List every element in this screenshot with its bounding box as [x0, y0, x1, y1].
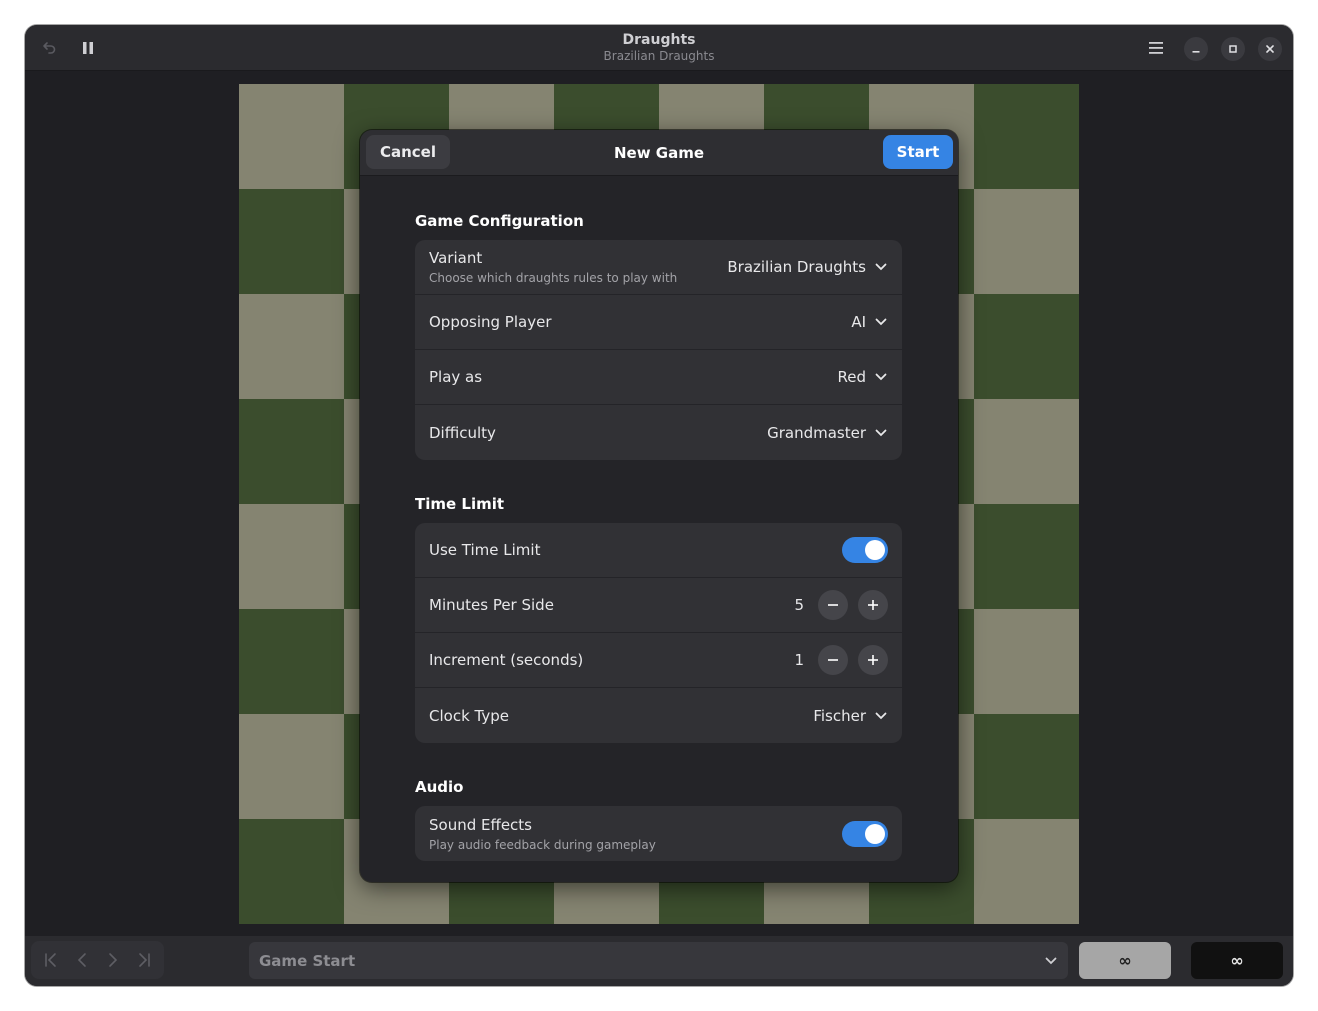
- next-move-icon[interactable]: [99, 946, 127, 974]
- minutes-per-side-row: Minutes Per Side 5: [415, 578, 902, 633]
- toggle-knob: [865, 823, 885, 844]
- increment-label: Increment (seconds): [429, 651, 584, 669]
- board-square[interactable]: [974, 609, 1079, 714]
- difficulty-row[interactable]: Difficulty Grandmaster: [415, 405, 902, 460]
- clock-type-row[interactable]: Clock Type Fischer: [415, 688, 902, 743]
- last-move-icon[interactable]: [130, 946, 158, 974]
- board-square[interactable]: [239, 819, 344, 924]
- undo-icon[interactable]: [37, 36, 61, 60]
- board-square[interactable]: [239, 504, 344, 609]
- app-window: Draughts Brazilian Draughts Game Start ∞…: [25, 25, 1293, 986]
- section-title-time-limit: Time Limit: [415, 495, 505, 513]
- chevron-down-icon: [874, 370, 888, 384]
- board-square[interactable]: [974, 189, 1079, 294]
- group-game-configuration: Variant Choose which draughts rules to p…: [415, 240, 902, 460]
- opposing-player-row[interactable]: Opposing Player AI: [415, 295, 902, 350]
- close-icon[interactable]: [1258, 37, 1282, 61]
- minutes-per-side-label: Minutes Per Side: [429, 596, 554, 614]
- toggle-knob: [865, 540, 885, 560]
- minutes-increment-button[interactable]: [858, 590, 888, 620]
- difficulty-label: Difficulty: [429, 423, 496, 442]
- board-square[interactable]: [239, 189, 344, 294]
- increment-decrement-button[interactable]: [818, 645, 848, 675]
- section-title-game-configuration: Game Configuration: [415, 212, 584, 230]
- increment-row: Increment (seconds) 1: [415, 633, 902, 688]
- sound-effects-subtitle: Play audio feedback during gameplay: [429, 837, 656, 852]
- group-time-limit: Use Time Limit Minutes Per Side 5 Increm…: [415, 523, 902, 743]
- headerbar: Draughts Brazilian Draughts: [25, 25, 1293, 71]
- use-time-limit-row: Use Time Limit: [415, 523, 902, 578]
- increment-increment-button[interactable]: [858, 645, 888, 675]
- start-button[interactable]: Start: [883, 135, 953, 169]
- sound-effects-row: Sound Effects Play audio feedback during…: [415, 806, 902, 861]
- plus-icon: [868, 600, 878, 610]
- bottom-bar: Game Start ∞ ∞: [25, 936, 1293, 986]
- chevron-down-icon: [874, 260, 888, 274]
- clock-type-value: Fischer: [813, 706, 866, 725]
- increment-value[interactable]: 1: [794, 651, 804, 669]
- board-square[interactable]: [974, 714, 1079, 819]
- board-square[interactable]: [974, 399, 1079, 504]
- board-square[interactable]: [974, 84, 1079, 189]
- window-title: Draughts: [622, 32, 696, 48]
- board-square[interactable]: [974, 294, 1079, 399]
- dialog-header: Cancel New Game Start: [360, 130, 958, 176]
- minutes-decrement-button[interactable]: [818, 590, 848, 620]
- cancel-button[interactable]: Cancel: [366, 135, 450, 169]
- board-square[interactable]: [974, 504, 1079, 609]
- first-move-icon[interactable]: [37, 946, 65, 974]
- play-as-label: Play as: [429, 368, 483, 386]
- chevron-down-icon: [874, 315, 888, 329]
- board-square[interactable]: [239, 399, 344, 504]
- plus-icon: [868, 655, 878, 665]
- chevron-down-icon: [874, 709, 888, 723]
- sound-effects-label: Sound Effects: [429, 815, 532, 834]
- board-square[interactable]: [974, 819, 1079, 924]
- group-audio: Sound Effects Play audio feedback during…: [415, 806, 902, 861]
- use-time-limit-toggle[interactable]: [842, 537, 888, 563]
- pause-icon[interactable]: [76, 36, 100, 60]
- move-history-select[interactable]: Game Start: [249, 942, 1068, 979]
- chevron-down-icon: [874, 426, 888, 440]
- difficulty-value: Grandmaster: [767, 423, 866, 442]
- variant-label: Variant: [429, 249, 483, 267]
- sound-effects-toggle[interactable]: [842, 820, 888, 847]
- window-subtitle: Brazilian Draughts: [603, 49, 715, 63]
- play-as-row[interactable]: Play as Red: [415, 350, 902, 405]
- section-title-audio: Audio: [415, 778, 464, 796]
- move-select-value: Game Start: [259, 951, 356, 970]
- board-square[interactable]: [239, 84, 344, 189]
- window-title-area: Draughts Brazilian Draughts: [25, 25, 1293, 71]
- board-square[interactable]: [239, 714, 344, 819]
- board-square[interactable]: [239, 609, 344, 714]
- minus-icon: [828, 604, 838, 606]
- opposing-player-value: AI: [851, 313, 866, 331]
- use-time-limit-label: Use Time Limit: [429, 541, 541, 559]
- new-game-dialog: Cancel New Game Start Game Configuration…: [360, 130, 958, 882]
- minimize-icon[interactable]: [1184, 37, 1208, 61]
- variant-row[interactable]: Variant Choose which draughts rules to p…: [415, 240, 902, 295]
- play-as-value: Red: [837, 368, 867, 386]
- variant-value: Brazilian Draughts: [727, 258, 866, 276]
- clock-light-player: ∞: [1079, 942, 1171, 979]
- maximize-icon[interactable]: [1221, 37, 1245, 61]
- minus-icon: [828, 659, 838, 661]
- clock-type-label: Clock Type: [429, 706, 509, 725]
- previous-move-icon[interactable]: [68, 946, 96, 974]
- minutes-per-side-value[interactable]: 5: [794, 596, 804, 614]
- move-navigation: [31, 941, 164, 979]
- board-square[interactable]: [239, 294, 344, 399]
- chevron-down-icon: [1044, 954, 1058, 968]
- clock-dark-player: ∞: [1191, 942, 1283, 979]
- hamburger-menu-icon[interactable]: [1144, 36, 1168, 60]
- variant-subtitle: Choose which draughts rules to play with: [429, 271, 678, 285]
- opposing-player-label: Opposing Player: [429, 313, 552, 331]
